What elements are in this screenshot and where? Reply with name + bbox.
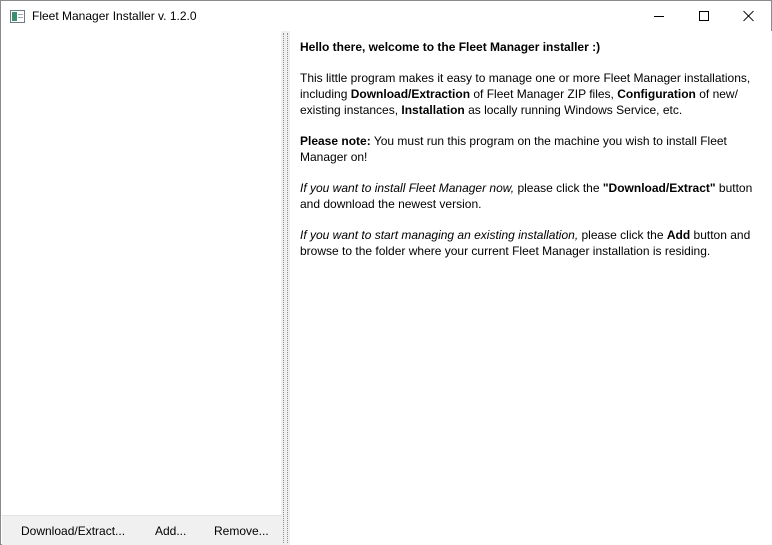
- pane-splitter[interactable]: [281, 31, 290, 545]
- installations-list[interactable]: [2, 31, 281, 515]
- install-paragraph: If you want to install Fleet Manager now…: [300, 181, 753, 211]
- maximize-icon: [698, 11, 709, 21]
- close-icon: [743, 10, 755, 22]
- minimize-icon: [653, 15, 664, 17]
- installer-window: Fleet Manager Installer v. 1.2.0 Downloa…: [0, 0, 772, 545]
- splitter-grip[interactable]: [283, 33, 288, 543]
- title-bar[interactable]: Fleet Manager Installer v. 1.2.0: [1, 1, 771, 31]
- note-paragraph: Please note: You must run this program o…: [300, 134, 727, 164]
- remove-button[interactable]: Remove...: [214, 524, 269, 538]
- window-title: Fleet Manager Installer v. 1.2.0: [32, 9, 197, 23]
- intro-paragraph: This little program makes it easy to man…: [300, 71, 751, 117]
- minimize-button[interactable]: [636, 1, 681, 31]
- app-icon: [10, 10, 25, 23]
- download-extract-button[interactable]: Download/Extract...: [21, 524, 125, 538]
- close-button[interactable]: [726, 1, 771, 31]
- welcome-heading: Hello there, welcome to the Fleet Manage…: [300, 40, 601, 54]
- add-button[interactable]: Add...: [155, 524, 186, 538]
- welcome-panel: Hello there, welcome to the Fleet Manage…: [290, 31, 772, 545]
- installations-toolbar: Download/Extract... Add... Remove...: [2, 515, 281, 545]
- existing-paragraph: If you want to start managing an existin…: [300, 228, 751, 258]
- maximize-button[interactable]: [681, 1, 726, 31]
